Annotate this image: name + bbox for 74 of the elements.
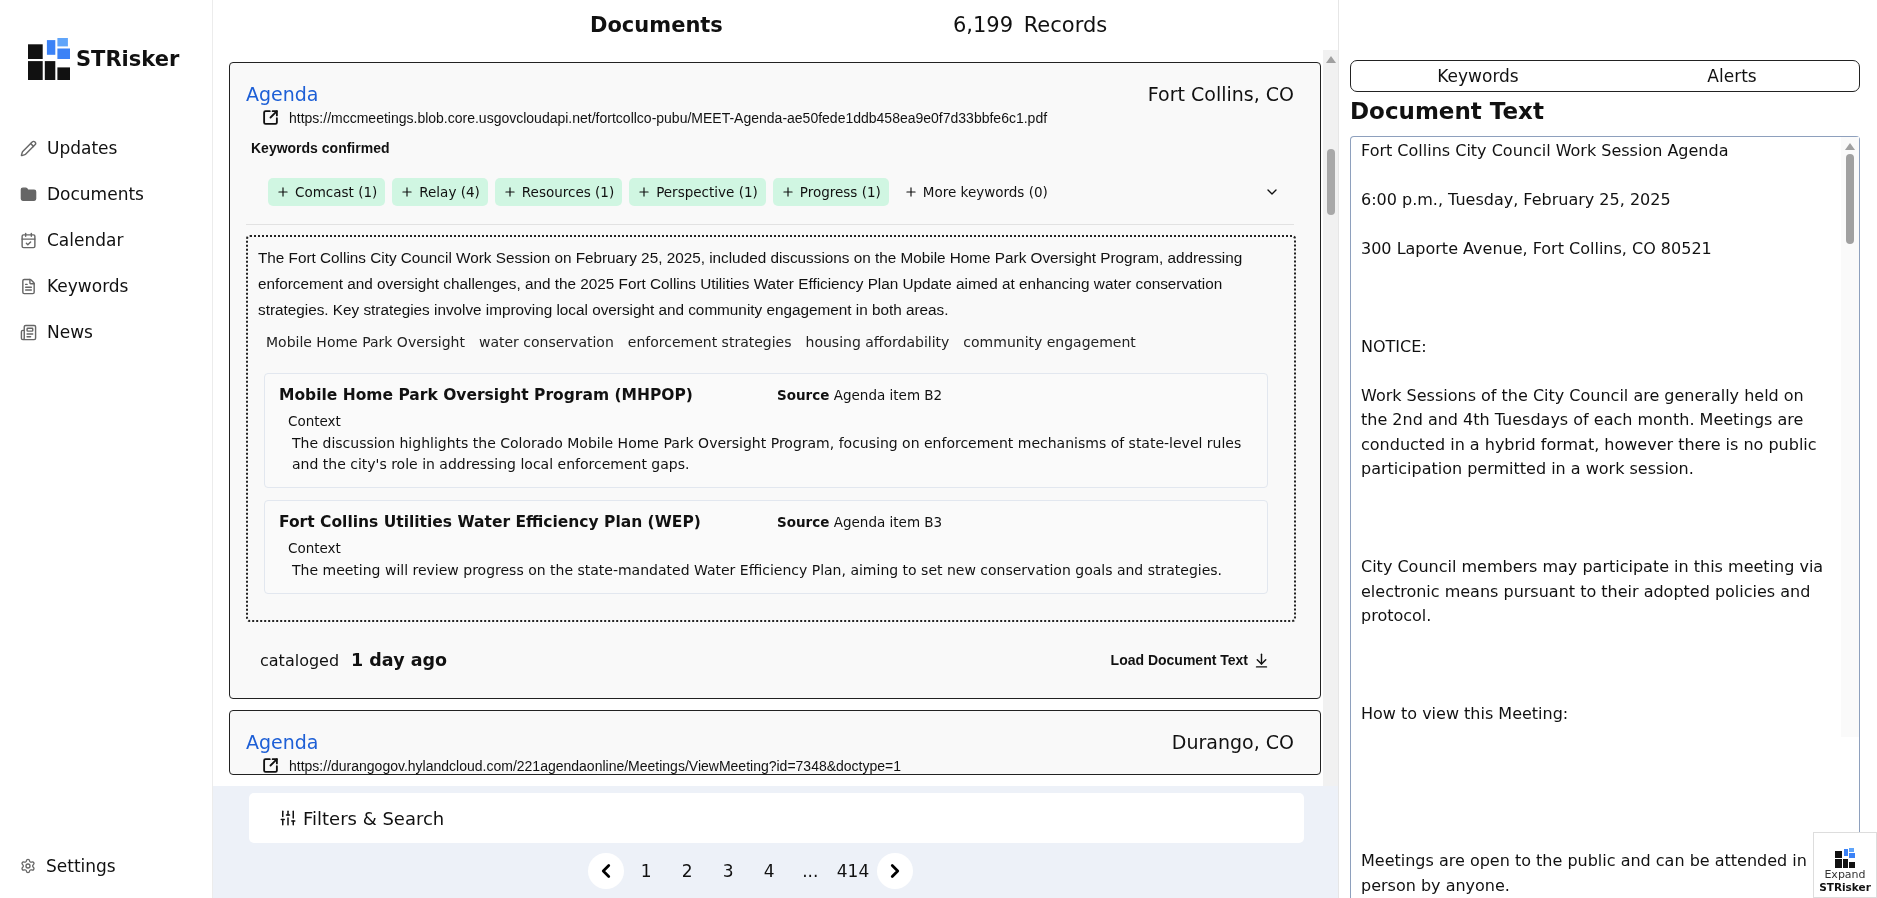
agenda-item-source: Source Agenda item B3 — [777, 514, 944, 530]
keyword-chip[interactable]: Progress (1) — [772, 178, 889, 206]
topic-tag: housing affordability — [805, 331, 950, 353]
agenda-item-title: Fort Collins Utilities Water Efficiency Plan (WEP) — [279, 512, 702, 533]
expand-widget[interactable]: Expand STRisker — [1813, 832, 1877, 898]
scrollbar-thumb[interactable] — [1846, 153, 1854, 244]
external-link-icon[interactable] — [262, 109, 279, 126]
settings-item[interactable]: Settings — [20, 856, 212, 876]
plus-icon — [276, 185, 290, 199]
agenda-item-title: Mobile Home Park Oversight Program (MHPOP) — [279, 385, 694, 406]
page-title: Documents — [590, 13, 723, 37]
sidebar-item[interactable]: Updates — [20, 138, 212, 158]
document-location: Durango, CO — [1171, 731, 1294, 753]
context-label: Context — [287, 412, 342, 431]
keyword-chip[interactable]: Relay (4) — [392, 178, 488, 206]
filters-search-button[interactable]: Filters & Search — [249, 793, 1304, 843]
next-page-button[interactable] — [877, 853, 914, 889]
keyword-chip[interactable]: Resources (1) — [494, 178, 623, 206]
document-url-link[interactable]: https://durangogov.hylandcloud.com/221agendaonline/Meetings/ViewMeeting?id=7348&doctype=1 — [289, 757, 902, 774]
sidebar-item[interactable]: Documents — [20, 184, 212, 204]
scrollbar-thumb[interactable] — [1326, 149, 1335, 215]
summary-text: The Fort Collins City Council Work Session on February 25, 2025, included discussions on the Mobile Home Park Oversight Program, addressing enforcement and oversight challenges, and the 2025 Fort Collins Utilities Water Efficiency Plan Update aimed at enhancing water conservation strategies. Key strategies involve improving local oversight and community engagement in both areas. — [258, 248, 1244, 320]
keywords-heading: Keywords confirmed — [250, 140, 391, 156]
context-label: Context — [287, 539, 342, 558]
more-keywords-button[interactable]: More keywords (0) — [895, 178, 1056, 206]
scroll-up-arrow-icon[interactable] — [1325, 56, 1336, 63]
page-number[interactable]: 1 — [627, 853, 665, 889]
panel-tab[interactable]: Keywords — [1351, 61, 1605, 91]
external-link-icon[interactable] — [262, 757, 279, 774]
page-number[interactable]: 4 — [750, 853, 788, 889]
topic-tag: Mobile Home Park Oversight — [266, 331, 465, 353]
logo-icon — [1835, 848, 1855, 868]
plus-icon — [400, 185, 415, 199]
topic-tag: enforcement strategies — [627, 331, 792, 353]
page-number[interactable]: ... — [791, 853, 829, 889]
page-number[interactable]: 3 — [709, 853, 747, 889]
agenda-item-source: Source Agenda item B2 — [777, 387, 944, 403]
record-count: 6,199 Records — [952, 13, 1108, 37]
settings-icon — [20, 858, 36, 874]
sliders-icon — [279, 809, 297, 827]
plus-icon — [637, 185, 652, 199]
plus-icon — [780, 185, 795, 199]
document-type-link[interactable]: Agenda — [246, 83, 319, 105]
sidebar-item[interactable]: News — [20, 322, 212, 342]
cataloged-time: 1 day ago — [351, 650, 447, 670]
panel-tab[interactable]: Alerts — [1605, 61, 1859, 91]
document-icon — [20, 277, 37, 295]
newspaper-icon — [20, 323, 37, 341]
scroll-up-arrow-icon[interactable] — [1845, 142, 1855, 150]
keyword-chip[interactable]: Comcast (1) — [268, 178, 386, 206]
logo-icon — [28, 38, 70, 80]
calendar-icon — [20, 231, 37, 249]
brand-name: STRisker — [76, 47, 180, 71]
cataloged-label: cataloged — [260, 650, 340, 670]
page-number[interactable]: 414 — [832, 853, 874, 889]
load-document-text-button[interactable]: Load Document Text — [1110, 651, 1270, 669]
pencil-icon — [20, 139, 37, 157]
document-text-title: Document Text — [1350, 97, 1545, 124]
previous-page-button[interactable] — [587, 853, 624, 889]
sidebar-item[interactable]: Calendar — [20, 230, 212, 250]
topic-tag: water conservation — [479, 331, 614, 353]
document-location: Fort Collins, CO — [1147, 83, 1294, 105]
download-icon — [1253, 651, 1270, 669]
context-text: The meeting will review progress on the state-mandated Water Efficiency Plan, aiming to set new conservation goals and strategies. — [291, 561, 1224, 580]
sidebar-item[interactable]: Keywords — [20, 276, 212, 296]
document-type-link[interactable]: Agenda — [246, 731, 319, 753]
context-text: The discussion highlights the Colorado Mobile Home Park Oversight Program, focusing on enforcement mechanisms of state-level rules and the city's role in addressing local enforcement gaps. — [291, 434, 1243, 474]
topic-tag: community engagement — [963, 331, 1136, 353]
plus-icon — [903, 185, 918, 199]
page-number[interactable]: 2 — [668, 853, 706, 889]
plus-icon — [502, 185, 517, 199]
document-url-link[interactable]: https://mccmeetings.blob.core.usgovcloudapi.net/fortcollco-pubu/MEET-Agenda-ae50fede1ddb458ea9e0f7d33bbfe6c1.pdf — [289, 109, 1048, 126]
keyword-chip[interactable]: Perspective (1) — [629, 178, 766, 206]
folder-icon — [20, 185, 37, 203]
